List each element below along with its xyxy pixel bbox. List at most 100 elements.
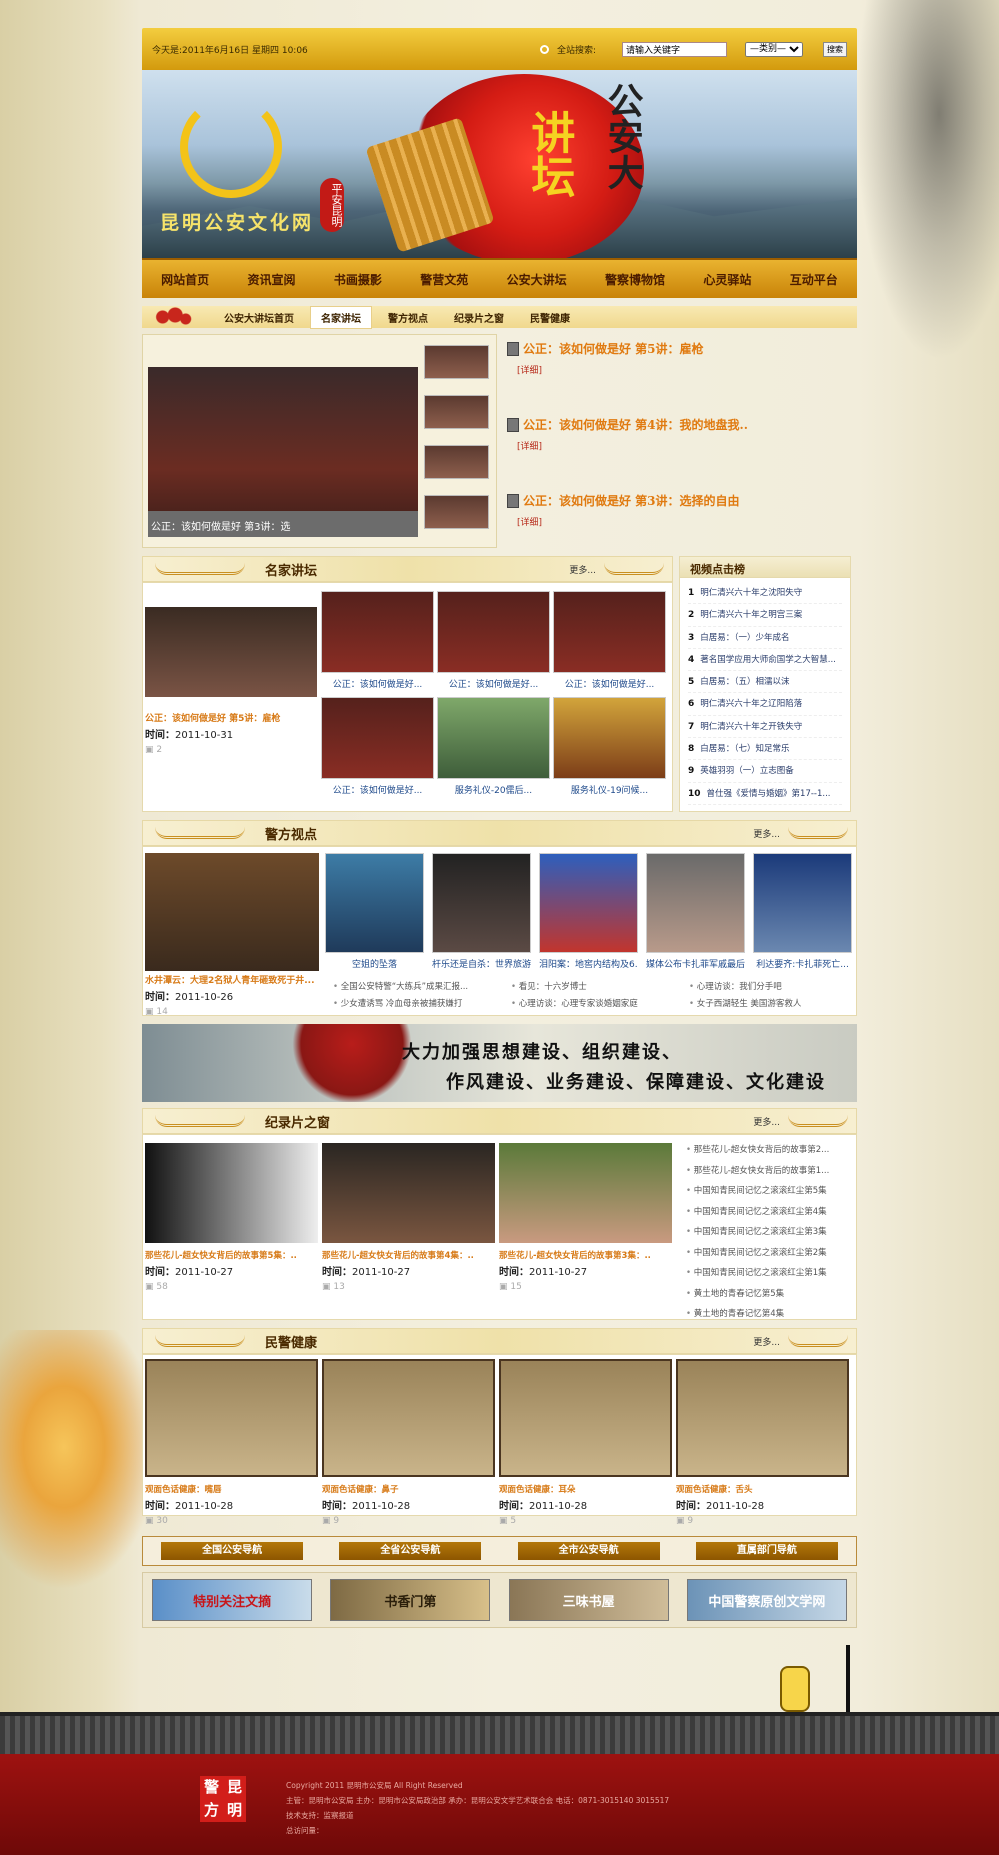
- nav-news[interactable]: 资讯宣阅: [248, 271, 296, 288]
- documentary-link[interactable]: 中国知青民间记忆之滚滚红尘第1集: [686, 1266, 854, 1287]
- news-link[interactable]: 少女遭诱骂 冷血母亲被捕获嫌打: [333, 997, 511, 1014]
- video-card[interactable]: 观面色话健康：嘴唇 时间：2011-10-28 ▣ 30: [145, 1359, 318, 1526]
- detail-link[interactable]: [详细]: [517, 515, 857, 528]
- news-link[interactable]: 看见：十六岁博士: [511, 980, 689, 997]
- provincial-police-nav[interactable]: 全省公安导航: [339, 1542, 482, 1560]
- video-screen[interactable]: 公正：该如何做是好 第3讲：选: [148, 367, 418, 537]
- nav-calligraphy[interactable]: 书画摄影: [334, 271, 382, 288]
- video-thumbnail[interactable]: [145, 1143, 318, 1243]
- video-cell[interactable]: 杆乐还是自杀：世界旅游...: [432, 853, 531, 970]
- more-link[interactable]: 更多...: [569, 563, 596, 576]
- video-title[interactable]: 那些花儿-超女快女背后的故事第5集：..: [145, 1249, 318, 1261]
- feature-title[interactable]: 公正：该如何做是好 第5讲：雇枪: [507, 340, 857, 357]
- documentary-link[interactable]: 中国知青民间记忆之滚滚红尘第2集: [686, 1246, 854, 1267]
- documentary-link[interactable]: 黄土地的青春记忆第4集: [686, 1307, 854, 1328]
- video-cell[interactable]: 公正：该如何做是好...: [321, 591, 434, 697]
- video-thumbnail[interactable]: [424, 495, 489, 529]
- video-title[interactable]: 观面色话健康：舌头: [676, 1483, 849, 1495]
- video-cell[interactable]: 媒体公布卡扎菲军戚最后...: [646, 853, 745, 970]
- news-link[interactable]: 女子西湖轻生 美国游客救人: [689, 997, 867, 1014]
- video-card[interactable]: 那些花儿-超女快女背后的故事第5集：.. 时间：2011-10-27 ▣ 58: [145, 1143, 318, 1311]
- nav-literature[interactable]: 警营文苑: [420, 271, 468, 288]
- video-cell[interactable]: 泪阳案：地窖内结构及6...: [539, 853, 638, 970]
- documentary-link[interactable]: 中国知青民间记忆之滚滚红尘第5集: [686, 1184, 854, 1205]
- tab-documentary[interactable]: 纪录片之窗: [444, 307, 514, 328]
- video-title[interactable]: 观面色话健康：嘴唇: [145, 1483, 318, 1495]
- more-link[interactable]: 更多...: [753, 1115, 780, 1128]
- nav-soul-station[interactable]: 心灵驿站: [703, 271, 751, 288]
- video-title[interactable]: 观面色话健康：耳朵: [499, 1483, 672, 1495]
- news-link[interactable]: 全国公安特警“大练兵”成果汇报...: [333, 980, 511, 997]
- documentary-link[interactable]: 黄土地的青春记忆第5集: [686, 1287, 854, 1308]
- more-link[interactable]: 更多...: [753, 1335, 780, 1348]
- nav-lecture[interactable]: 公安大讲坛: [507, 271, 567, 288]
- nav-museum[interactable]: 警察博物馆: [605, 271, 665, 288]
- search-input[interactable]: [622, 41, 727, 57]
- tab-famous-lecture[interactable]: 名家讲坛: [310, 305, 372, 329]
- ear-thumbnail[interactable]: [499, 1359, 672, 1477]
- tab-police-view[interactable]: 警方视点: [378, 307, 438, 328]
- detail-link[interactable]: [详细]: [517, 363, 857, 376]
- detail-link[interactable]: [详细]: [517, 439, 857, 452]
- tab-lecture-home[interactable]: 公安大讲坛首页: [214, 307, 304, 328]
- nose-thumbnail[interactable]: [322, 1359, 495, 1477]
- video-thumbnail[interactable]: [322, 1143, 495, 1243]
- tab-police-health[interactable]: 民警健康: [520, 307, 580, 328]
- video-thumbnail[interactable]: [424, 345, 489, 379]
- ranking-item[interactable]: 6 明仁清兴六十年之辽阳陷落: [688, 693, 842, 716]
- ranking-item[interactable]: 8 白居易：（七）知足常乐: [688, 738, 842, 761]
- video-cell[interactable]: 利达要齐:卡扎菲死亡...: [753, 853, 852, 970]
- lead-title[interactable]: 公正：该如何做是好 第5讲：雇枪: [145, 711, 321, 724]
- category-select[interactable]: —类别—: [745, 41, 803, 57]
- lead-thumbnail[interactable]: [145, 607, 317, 697]
- ranking-item[interactable]: 7 明仁清兴六十年之开铁失守: [688, 716, 842, 739]
- video-card[interactable]: 那些花儿-超女快女背后的故事第4集：.. 时间：2011-10-27 ▣ 13: [322, 1143, 495, 1311]
- feature-title[interactable]: 公正：该如何做是好 第3讲：选择的自由: [507, 492, 857, 509]
- video-title[interactable]: 那些花儿-超女快女背后的故事第3集：..: [499, 1249, 672, 1261]
- nav-interactive[interactable]: 互动平台: [790, 271, 838, 288]
- ranking-item[interactable]: 2 明仁清兴六十年之明宫三案: [688, 604, 842, 627]
- video-title[interactable]: 那些花儿-超女快女背后的故事第4集：..: [322, 1249, 495, 1261]
- partner-logo[interactable]: 特别关注文摘: [152, 1579, 313, 1621]
- lead-title[interactable]: 水井潭云：大理2名狱人青年砸致死于井...: [145, 973, 319, 986]
- ranking-item[interactable]: 5 白居易：（五）相濡以沫: [688, 671, 842, 694]
- documentary-link[interactable]: 中国知青民间记忆之滚滚红尘第3集: [686, 1225, 854, 1246]
- video-thumbnail[interactable]: [424, 395, 489, 429]
- video-cell[interactable]: 空姐的坠落: [325, 853, 424, 970]
- partner-logo[interactable]: 中国警察原创文学网: [686, 1579, 847, 1621]
- video-cell[interactable]: 公正：该如何做是好...: [321, 697, 434, 803]
- tongue-thumbnail[interactable]: [676, 1359, 849, 1477]
- video-card[interactable]: 那些花儿-超女快女背后的故事第3集：.. 时间：2011-10-27 ▣ 15: [499, 1143, 672, 1311]
- video-cell[interactable]: 服务礼仪-20儒后...: [437, 697, 550, 803]
- ranking-item[interactable]: 1 明仁清兴六十年之沈阳失守: [688, 582, 842, 605]
- lips-thumbnail[interactable]: [145, 1359, 318, 1477]
- news-link[interactable]: 心理访谈：我们分手吧: [689, 980, 867, 997]
- video-title[interactable]: 观面色话健康：鼻子: [322, 1483, 495, 1495]
- search-button[interactable]: 搜索: [823, 41, 847, 57]
- feature-title[interactable]: 公正：该如何做是好 第4讲：我的地盘我..: [507, 416, 857, 433]
- news-link[interactable]: 心理访谈：心理专家谈婚姻家庭: [511, 997, 689, 1014]
- department-nav[interactable]: 直属部门导航: [695, 1542, 838, 1560]
- partner-logo[interactable]: 书香门第: [330, 1579, 491, 1621]
- documentary-link[interactable]: 中国知青民间记忆之滚滚红尘第4集: [686, 1205, 854, 1226]
- video-card[interactable]: 观面色话健康：耳朵 时间：2011-10-28 ▣ 5: [499, 1359, 672, 1526]
- video-card[interactable]: 观面色话健康：舌头 时间：2011-10-28 ▣ 9: [676, 1359, 849, 1526]
- video-thumbnail[interactable]: [499, 1143, 672, 1243]
- video-thumbnail[interactable]: [424, 445, 489, 479]
- ranking-item[interactable]: 3 白居易：（一）少年成名: [688, 627, 842, 649]
- video-cell[interactable]: 公正：该如何做是好...: [437, 591, 550, 697]
- documentary-link[interactable]: 那些花儿-超女快女背后的故事第1...: [686, 1164, 854, 1185]
- more-link[interactable]: 更多...: [753, 827, 780, 840]
- ranking-item[interactable]: 9 英雄羽羽（一）立志图备: [688, 760, 842, 783]
- ranking-item[interactable]: 4 著名国学应用大师俞国学之大智慧...: [688, 649, 842, 672]
- national-police-nav[interactable]: 全国公安导航: [161, 1542, 304, 1560]
- site-logo[interactable]: 昆明公安文化网: [160, 208, 314, 235]
- nav-home[interactable]: 网站首页: [161, 271, 209, 288]
- video-cell[interactable]: 公正：该如何做是好...: [553, 591, 666, 697]
- video-cell[interactable]: 服务礼仪-19问候...: [553, 697, 666, 803]
- city-police-nav[interactable]: 全市公安导航: [517, 1542, 660, 1560]
- ranking-item[interactable]: 10 曾仕强《爱情与婚姻》第17--1...: [688, 783, 842, 805]
- video-card[interactable]: 观面色话健康：鼻子 时间：2011-10-28 ▣ 9: [322, 1359, 495, 1526]
- partner-logo[interactable]: 三味书屋: [508, 1579, 669, 1621]
- lead-thumbnail[interactable]: [145, 853, 319, 971]
